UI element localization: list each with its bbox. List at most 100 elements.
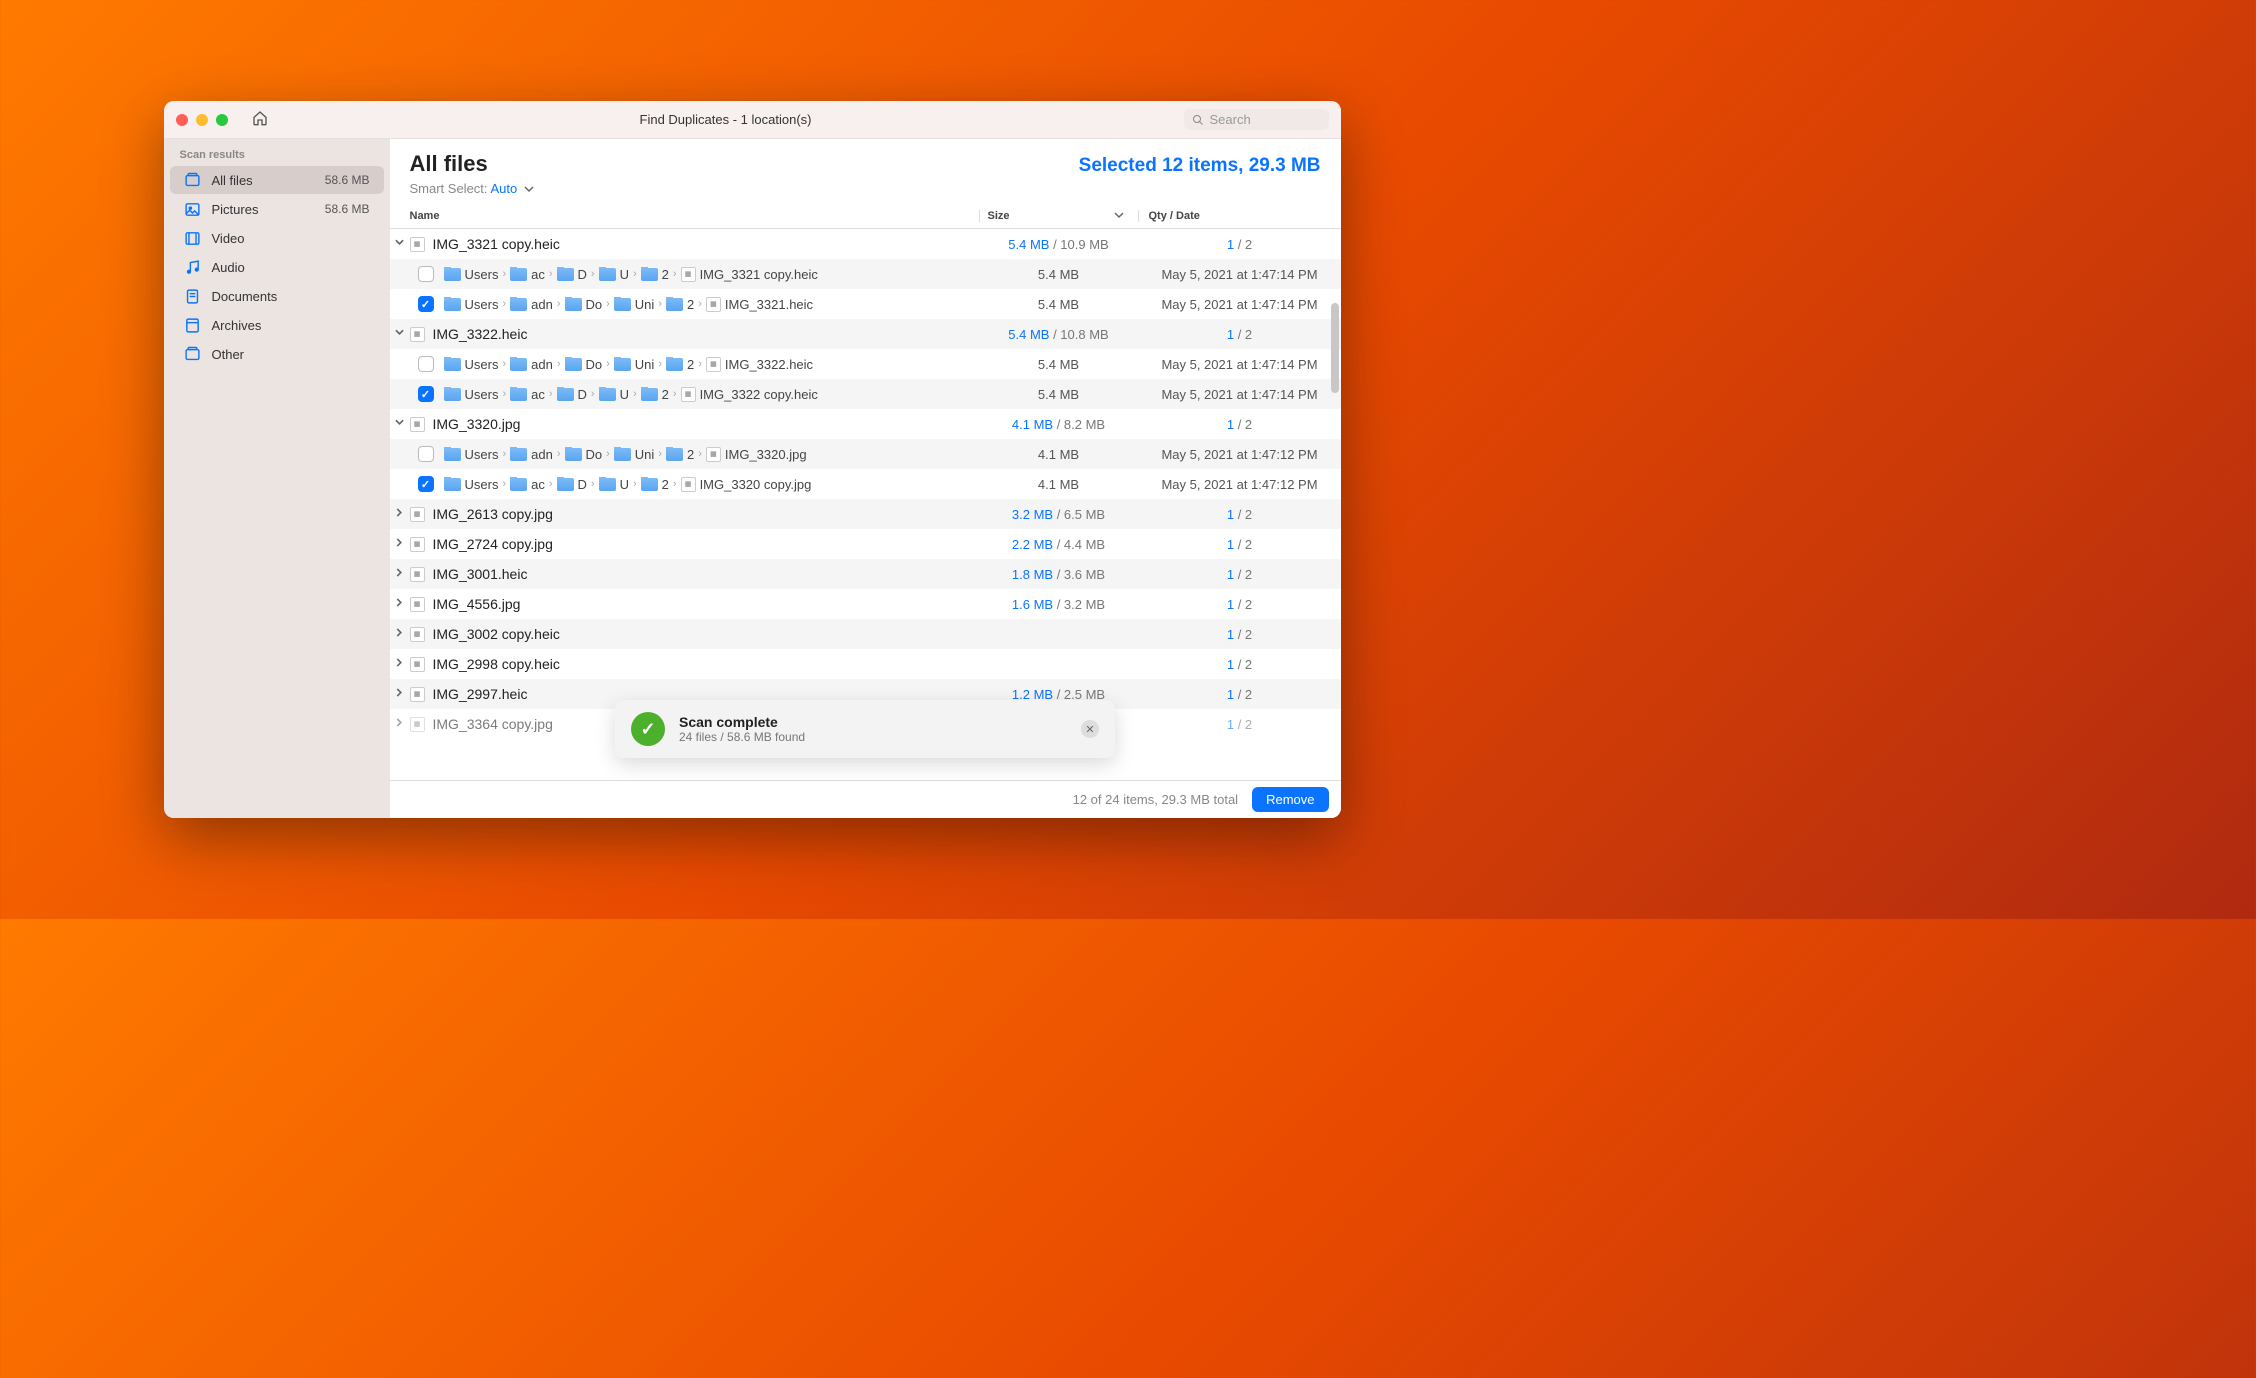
group-name: ▦IMG_3321 copy.heic: [410, 236, 979, 252]
traffic-lights: [176, 114, 228, 126]
disclosure-caret-icon[interactable]: [390, 598, 410, 610]
file-checkbox[interactable]: [418, 446, 434, 462]
group-size: 3.2 MB / 6.5 MB: [979, 507, 1139, 522]
toast-close-button[interactable]: ✕: [1081, 720, 1099, 738]
group-row[interactable]: ▦IMG_2724 copy.jpg2.2 MB / 4.4 MB1 / 2: [390, 529, 1341, 559]
main-panel: All files Smart Select: Auto Selected 12…: [390, 139, 1341, 818]
minimize-window-button[interactable]: [196, 114, 208, 126]
music-icon: [184, 258, 202, 276]
file-icon: ▦: [410, 567, 425, 582]
file-checkbox[interactable]: [418, 386, 434, 402]
folder-icon: [614, 358, 631, 371]
file-list[interactable]: ▦IMG_3321 copy.heic5.4 MB / 10.9 MB1 / 2…: [390, 229, 1341, 780]
group-name: ▦IMG_2998 copy.heic: [410, 656, 979, 672]
column-name[interactable]: Name: [390, 210, 979, 222]
file-checkbox[interactable]: [418, 266, 434, 282]
file-row[interactable]: Users›ac›D›U›2›▦IMG_3320 copy.jpg4.1 MBM…: [390, 469, 1341, 499]
disclosure-caret-icon[interactable]: [390, 568, 410, 580]
sidebar-item-pictures[interactable]: Pictures58.6 MB: [170, 195, 384, 223]
sidebar-item-video[interactable]: Video: [170, 224, 384, 252]
group-qty: 1 / 2: [1139, 237, 1341, 252]
stack-icon: [184, 345, 202, 363]
file-size: 5.4 MB: [979, 357, 1139, 372]
disclosure-caret-icon[interactable]: [390, 628, 410, 640]
remove-button[interactable]: Remove: [1252, 787, 1328, 812]
column-qty-date[interactable]: Qty / Date: [1139, 210, 1341, 222]
folder-icon: [510, 448, 527, 461]
group-row[interactable]: ▦IMG_4556.jpg1.6 MB / 3.2 MB1 / 2: [390, 589, 1341, 619]
disclosure-caret-icon[interactable]: [390, 328, 410, 340]
group-row[interactable]: ▦IMG_2998 copy.heic1 / 2: [390, 649, 1341, 679]
sidebar-item-all-files[interactable]: All files 58.6 MB: [170, 166, 384, 194]
folder-icon: [444, 268, 461, 281]
group-name: ▦IMG_2724 copy.jpg: [410, 536, 979, 552]
group-row[interactable]: ▦IMG_3321 copy.heic5.4 MB / 10.9 MB1 / 2: [390, 229, 1341, 259]
group-row[interactable]: ▦IMG_3002 copy.heic1 / 2: [390, 619, 1341, 649]
checkmark-icon: ✓: [631, 712, 665, 746]
folder-icon: [666, 298, 683, 311]
file-row[interactable]: Users›adn›Do›Uni›2›▦IMG_3320.jpg4.1 MBMa…: [390, 439, 1341, 469]
sidebar-item-documents[interactable]: Documents: [170, 282, 384, 310]
file-icon: ▦: [410, 537, 425, 552]
footer: 12 of 24 items, 29.3 MB total Remove: [390, 780, 1341, 818]
group-size: 5.4 MB / 10.9 MB: [979, 237, 1139, 252]
sidebar-item-archives[interactable]: Archives: [170, 311, 384, 339]
disclosure-caret-icon[interactable]: [390, 718, 410, 730]
group-row[interactable]: ▦IMG_3320.jpg4.1 MB / 8.2 MB1 / 2: [390, 409, 1341, 439]
file-checkbox[interactable]: [418, 296, 434, 312]
group-size: 1.6 MB / 3.2 MB: [979, 597, 1139, 612]
search-icon: [1192, 114, 1204, 126]
folder-icon: [510, 298, 527, 311]
folder-icon: [641, 478, 658, 491]
disclosure-caret-icon[interactable]: [390, 238, 410, 250]
close-window-button[interactable]: [176, 114, 188, 126]
folder-icon: [614, 448, 631, 461]
disclosure-caret-icon[interactable]: [390, 538, 410, 550]
home-icon[interactable]: [252, 110, 268, 129]
file-row[interactable]: Users›ac›D›U›2›▦IMG_3321 copy.heic5.4 MB…: [390, 259, 1341, 289]
file-icon: ▦: [410, 507, 425, 522]
doc-icon: [184, 287, 202, 305]
file-row[interactable]: Users›adn›Do›Uni›2›▦IMG_3321.heic5.4 MBM…: [390, 289, 1341, 319]
file-checkbox[interactable]: [418, 356, 434, 372]
group-name: ▦IMG_3320.jpg: [410, 416, 979, 432]
sidebar-item-label: Other: [212, 347, 360, 362]
folder-icon: [444, 298, 461, 311]
selection-summary: Selected 12 items, 29.3 MB: [1079, 155, 1321, 177]
file-path: Users›ac›D›U›2›▦IMG_3320 copy.jpg: [444, 477, 979, 492]
file-size: 4.1 MB: [979, 477, 1139, 492]
disclosure-caret-icon[interactable]: [390, 688, 410, 700]
folder-icon: [444, 388, 461, 401]
window-body: Scan results All files58.6 MBPictures58.…: [164, 139, 1341, 818]
file-row[interactable]: Users›ac›D›U›2›▦IMG_3322 copy.heic5.4 MB…: [390, 379, 1341, 409]
sidebar-item-audio[interactable]: Audio: [170, 253, 384, 281]
titlebar[interactable]: Find Duplicates - 1 location(s) Search: [164, 101, 1341, 139]
file-date: May 5, 2021 at 1:47:12 PM: [1139, 447, 1341, 462]
sort-indicator-icon: [1114, 210, 1124, 222]
fullscreen-window-button[interactable]: [216, 114, 228, 126]
scrollbar-thumb[interactable]: [1331, 303, 1339, 393]
disclosure-caret-icon[interactable]: [390, 508, 410, 520]
folder-icon: [510, 358, 527, 371]
group-row[interactable]: ▦IMG_2613 copy.jpg3.2 MB / 6.5 MB1 / 2: [390, 499, 1341, 529]
folder-icon: [565, 358, 582, 371]
file-checkbox[interactable]: [418, 476, 434, 492]
search-input[interactable]: Search: [1184, 109, 1329, 130]
group-row[interactable]: ▦IMG_3322.heic5.4 MB / 10.8 MB1 / 2: [390, 319, 1341, 349]
column-size[interactable]: Size: [979, 210, 1139, 222]
file-row[interactable]: Users›adn›Do›Uni›2›▦IMG_3322.heic5.4 MBM…: [390, 349, 1341, 379]
film-icon: [184, 229, 202, 247]
folder-icon: [614, 298, 631, 311]
group-row[interactable]: ▦IMG_3001.heic1.8 MB / 3.6 MB1 / 2: [390, 559, 1341, 589]
file-icon: ▦: [410, 687, 425, 702]
sidebar-item-other[interactable]: Other: [170, 340, 384, 368]
smart-select-label: Smart Select:: [410, 181, 488, 196]
file-icon: ▦: [410, 627, 425, 642]
sidebar-item-meta: 58.6 MB: [325, 173, 370, 187]
disclosure-caret-icon[interactable]: [390, 418, 410, 430]
sidebar-item-label: All files: [212, 173, 315, 188]
smart-select[interactable]: Smart Select: Auto: [410, 181, 1079, 196]
group-qty: 1 / 2: [1139, 537, 1341, 552]
disclosure-caret-icon[interactable]: [390, 658, 410, 670]
group-size: 4.1 MB / 8.2 MB: [979, 417, 1139, 432]
